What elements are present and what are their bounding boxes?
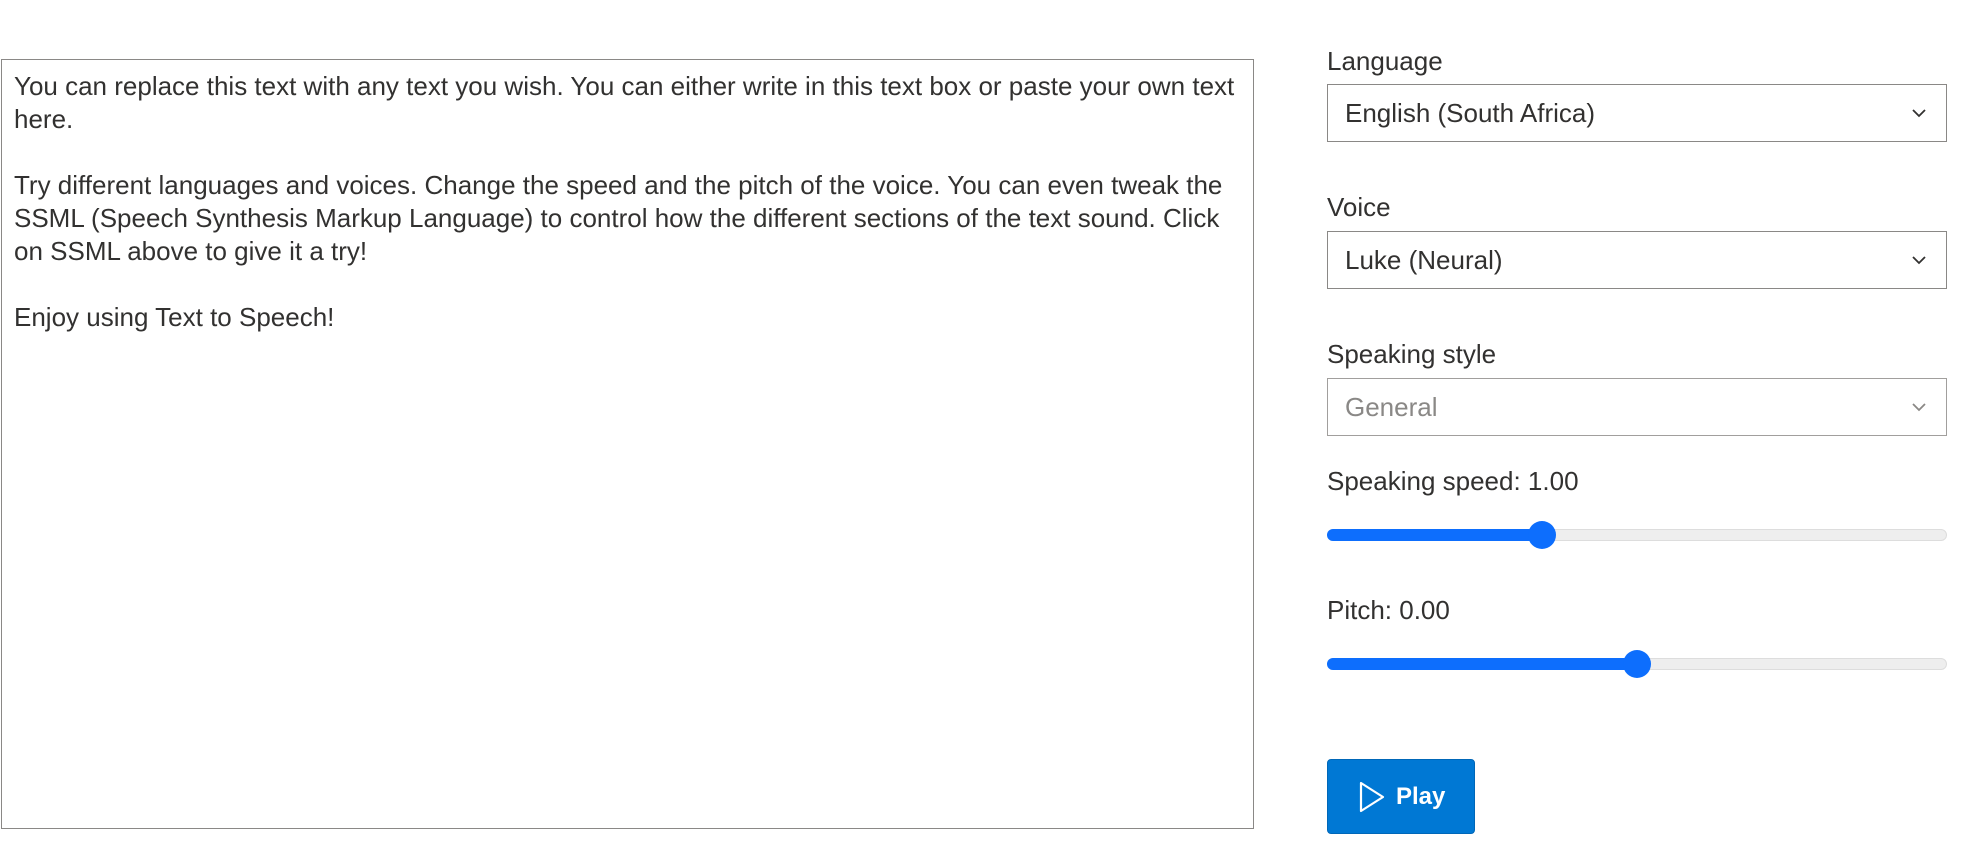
chevron-down-icon xyxy=(1912,256,1926,265)
text-input-area[interactable]: You can replace this text with any text … xyxy=(1,59,1254,829)
voice-select[interactable]: Luke (Neural) xyxy=(1327,231,1947,289)
language-select-value: English (South Africa) xyxy=(1345,97,1596,128)
chevron-down-icon xyxy=(1912,109,1926,118)
slider-thumb[interactable] xyxy=(1623,650,1651,678)
slider-fill xyxy=(1327,658,1637,670)
speaking-speed-label: Speaking speed: 1.00 xyxy=(1327,466,1579,496)
voice-select-value: Luke (Neural) xyxy=(1345,244,1503,275)
play-icon xyxy=(1359,781,1385,812)
pitch-label: Pitch: 0.00 xyxy=(1327,595,1450,625)
play-button[interactable]: Play xyxy=(1327,759,1475,834)
speaking-speed-slider[interactable] xyxy=(1327,521,1947,549)
speaking-style-select-value: General xyxy=(1345,391,1438,422)
slider-thumb[interactable] xyxy=(1528,521,1557,549)
slider-fill xyxy=(1327,529,1543,541)
play-button-label: Play xyxy=(1396,782,1446,810)
chevron-down-icon xyxy=(1912,403,1926,412)
text-to-speech-page: You can replace this text with any text … xyxy=(0,0,1975,854)
speaking-style-label: Speaking style xyxy=(1327,339,1497,369)
speaking-style-select[interactable]: General xyxy=(1327,378,1947,436)
pitch-slider[interactable] xyxy=(1327,650,1947,678)
voice-label: Voice xyxy=(1327,192,1391,222)
language-select[interactable]: English (South Africa) xyxy=(1327,84,1947,142)
language-label: Language xyxy=(1327,46,1443,76)
settings-panel: Language English (South Africa) Voice Lu… xyxy=(1326,0,1950,854)
